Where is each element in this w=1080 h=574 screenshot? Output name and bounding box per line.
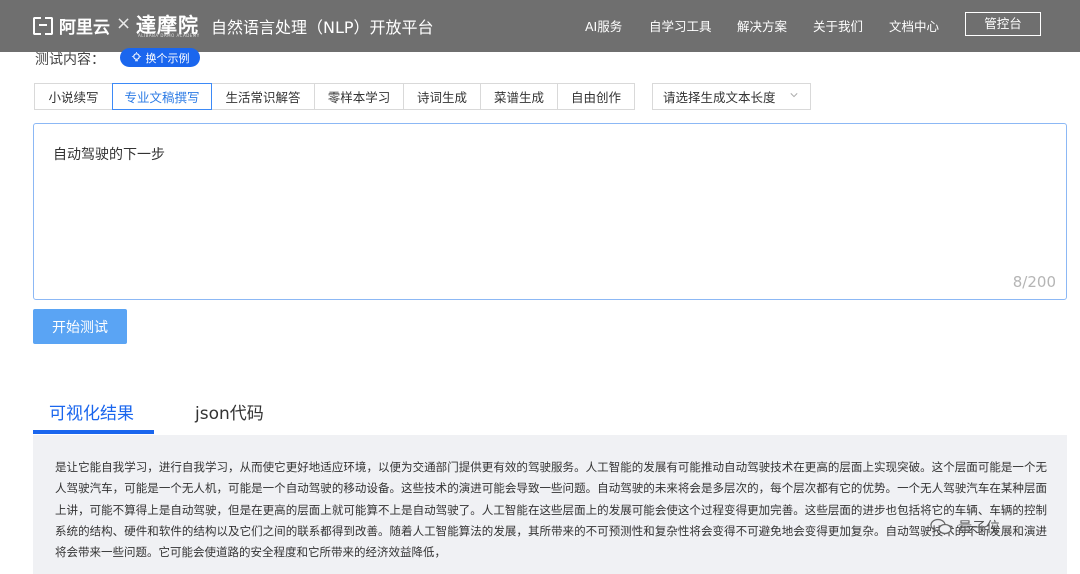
tab-visual-result[interactable]: 可视化结果: [49, 399, 134, 424]
aliyun-logo-text: 阿里云: [59, 17, 110, 38]
console-button[interactable]: 管控台: [965, 12, 1041, 36]
platform-title: 自然语言处理（NLP）开放平台: [211, 18, 434, 37]
nav-solutions[interactable]: 解决方案: [737, 16, 787, 35]
nav-docs-center[interactable]: 文档中心: [889, 16, 939, 35]
tab-recipe[interactable]: 菜谱生成: [480, 83, 558, 110]
tab-professional-writing[interactable]: 专业文稿撰写: [112, 83, 212, 110]
result-panel: 是让它能自我学习，进行自我学习，从而使它更好地适应环境，以便为交通部门提供更有效…: [33, 435, 1067, 574]
aliyun-logo[interactable]: 阿里云: [33, 12, 110, 38]
nav-self-learning-tools[interactable]: 自学习工具: [649, 16, 712, 35]
input-textarea[interactable]: 自动驾驶的下一步 8/200: [33, 123, 1067, 300]
start-test-button[interactable]: 开始测试: [33, 309, 127, 344]
generated-text: 是让它能自我学习，进行自我学习，从而使它更好地适应环境，以便为交通部门提供更有效…: [55, 460, 1047, 560]
tab-json-code[interactable]: json代码: [195, 399, 264, 424]
chevron-down-icon: [790, 93, 798, 98]
aliyun-logo-icon: [33, 17, 53, 35]
watermark: 量子位: [930, 515, 1050, 539]
lightbulb-icon: [131, 52, 141, 62]
text-length-select[interactable]: 请选择生成文本长度: [652, 83, 811, 110]
input-text-value: 自动驾驶的下一步: [53, 147, 165, 163]
damo-logo-subtitle: ALIBABA DAMO ACADEMY: [138, 33, 200, 38]
change-example-label: 换个示例: [145, 51, 190, 65]
character-count: 8/200: [1012, 273, 1056, 291]
active-tab-indicator: [33, 430, 154, 434]
wechat-icon: [930, 518, 952, 535]
tab-zero-shot[interactable]: 零样本学习: [314, 83, 404, 110]
tab-poetry[interactable]: 诗词生成: [403, 83, 481, 110]
tab-novel-continuation[interactable]: 小说续写: [34, 83, 113, 110]
test-content-label: 测试内容：: [35, 52, 105, 68]
text-length-placeholder: 请选择生成文本长度: [663, 90, 776, 105]
watermark-text: 量子位: [958, 520, 1000, 536]
top-header: 阿里云 × 達摩院 ALIBABA DAMO ACADEMY 自然语言处理（NL…: [0, 0, 1080, 52]
logo-separator: ×: [116, 13, 132, 34]
tab-free-creation[interactable]: 自由创作: [557, 83, 635, 110]
change-example-button[interactable]: 换个示例: [120, 48, 200, 67]
nav-about-us[interactable]: 关于我们: [813, 16, 863, 35]
tab-life-qa[interactable]: 生活常识解答: [211, 83, 315, 110]
nav-ai-services[interactable]: AI服务: [585, 16, 622, 35]
